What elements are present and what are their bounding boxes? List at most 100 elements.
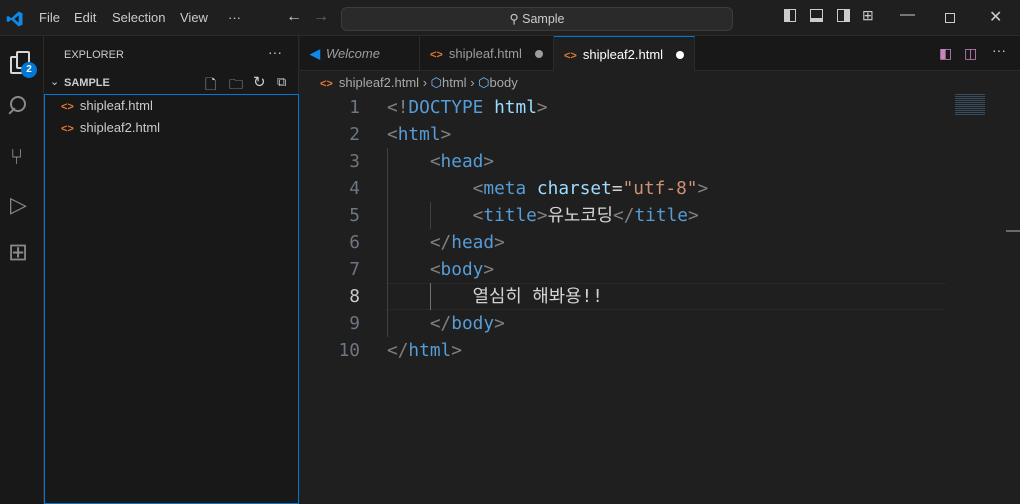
minimize-icon[interactable]: — [900,6,915,23]
code-token: html [397,124,441,145]
file-name: shipleaf2.html [79,120,161,135]
line-number: 2 [349,124,360,145]
refresh-icon[interactable]: ↻ [253,73,266,91]
code-line[interactable]: <!DOCTYPE html> [387,94,548,121]
menu-file[interactable]: File [39,10,60,25]
explorer-icon[interactable]: 2 [8,50,37,78]
code-line[interactable]: 열심히 해봐용!! [387,283,603,310]
menu-more[interactable]: ··· [228,10,241,25]
code-token: html [494,97,537,118]
tab-shipleaf[interactable]: <> shipleaf.html [420,36,554,71]
code-line[interactable]: </html> [387,337,462,364]
html-file-icon: <> [320,78,333,90]
code-editor[interactable]: <> shipleaf2.html › ⬡html › ⬡body 1 <!DOCT… [300,71,1020,504]
more-actions-button[interactable]: ··· [992,42,1006,58]
code-token: html [408,340,452,361]
code-line[interactable]: <body> [387,256,494,283]
code-line[interactable]: </body> [387,310,505,337]
unsaved-dot-icon[interactable] [676,51,684,59]
code-token: title [634,205,688,226]
line-number: 6 [349,232,360,253]
vscode-logo-icon [6,11,23,27]
code-token: body [440,259,484,280]
run-debug-icon[interactable]: ▷ [10,192,27,218]
menu-view[interactable]: View [180,10,208,25]
toggle-secondary-sidebar-icon[interactable] [837,9,850,22]
forward-arrow-icon[interactable]: → [313,8,329,26]
code-token: </ [387,232,452,253]
code-token: < [387,205,484,226]
html-file-icon: <> [564,50,577,62]
code-token: < [387,124,398,145]
customize-layout-icon[interactable]: ⊞ [862,7,874,24]
code-token: > [451,340,462,361]
code-token: > [536,205,548,226]
chevron-down-icon: ⌄ [50,76,60,88]
code-token: = [611,178,623,199]
breadcrumb-file[interactable]: shipleaf2.html [339,75,419,90]
line-number: 8 [349,286,360,307]
code-token: < [387,259,441,280]
file-tree: <> shipleaf.html <> shipleaf2.html [44,94,299,504]
code-line[interactable]: <meta charset="utf-8"> [387,175,709,202]
code-token: </ [613,205,635,226]
code-token: head [451,232,495,253]
breadcrumb-body[interactable]: body [490,75,518,90]
code-token: > [494,232,505,253]
code-line[interactable]: <head> [387,148,494,175]
search-label: Sample [522,12,565,26]
maximize-icon[interactable] [945,13,955,23]
code-token: > [483,259,495,280]
code-token: head [440,151,484,172]
command-center-search[interactable]: ⚲ Sample [341,7,733,31]
line-number: 3 [349,151,360,172]
file-name: shipleaf.html [79,98,153,113]
html-file-icon: <> [61,101,74,113]
code-token: > [494,313,505,334]
title-bar: File Edit Selection View ··· ← → ⚲ Sampl… [0,0,1020,36]
menu-edit[interactable]: Edit [74,10,96,25]
extensions-icon[interactable]: ⊞ [8,238,28,267]
file-item-shipleaf2[interactable]: <> shipleaf2.html [61,120,160,135]
back-arrow-icon[interactable]: ← [286,8,302,26]
minimap[interactable] [955,93,985,115]
toggle-panel-icon[interactable] [810,9,823,22]
tab-label: Welcome [326,46,380,61]
line-number: 7 [349,259,360,280]
close-icon[interactable]: ✕ [989,7,1002,27]
breadcrumb: <> shipleaf2.html › ⬡html › ⬡body [320,75,518,91]
code-token: < [387,151,441,172]
explorer-more-button[interactable]: ··· [268,44,282,60]
explorer-sidebar: EXPLORER ··· ⌄ SAMPLE 🗋 🗀 ↻ ⧉ <> shipleaf… [44,36,299,504]
explorer-badge: 2 [21,62,37,78]
folder-name: SAMPLE [64,77,110,89]
tab-welcome[interactable]: ◀ Welcome [300,36,420,71]
code-token: > [688,205,699,226]
code-line[interactable]: <html> [387,121,451,148]
scrollbar-marker[interactable] [1006,230,1020,232]
folder-header-sample[interactable]: ⌄ SAMPLE 🗋 🗀 ↻ ⧉ [44,74,299,94]
unsaved-dot-icon[interactable] [535,50,543,58]
menu-selection[interactable]: Selection [112,10,165,25]
collapse-all-icon[interactable]: ⧉ [277,74,286,90]
vscode-logo-icon: ◀ [310,46,320,61]
code-token: < [387,178,484,199]
activity-bar: 2 ⑂ ▷ ⊞ [0,36,44,504]
html-file-icon: <> [430,49,443,61]
tab-label: shipleaf2.html [582,47,664,62]
tab-shipleaf2[interactable]: <> shipleaf2.html [554,36,695,72]
element-icon: ⬡ [430,75,443,90]
breadcrumb-html[interactable]: html [442,75,467,90]
line-number: 1 [349,97,360,118]
split-editor-icon[interactable]: ◫ [964,45,977,62]
open-preview-icon[interactable]: ◧ [939,45,952,62]
code-line[interactable]: </head> [387,229,505,256]
code-token: > [483,151,495,172]
code-token: </ [387,340,409,361]
toggle-primary-sidebar-icon[interactable] [784,9,796,22]
source-control-icon[interactable]: ⑂ [10,144,30,170]
code-line[interactable]: <title>유노코딩</title> [387,202,699,229]
file-item-shipleaf[interactable]: <> shipleaf.html [61,98,153,113]
